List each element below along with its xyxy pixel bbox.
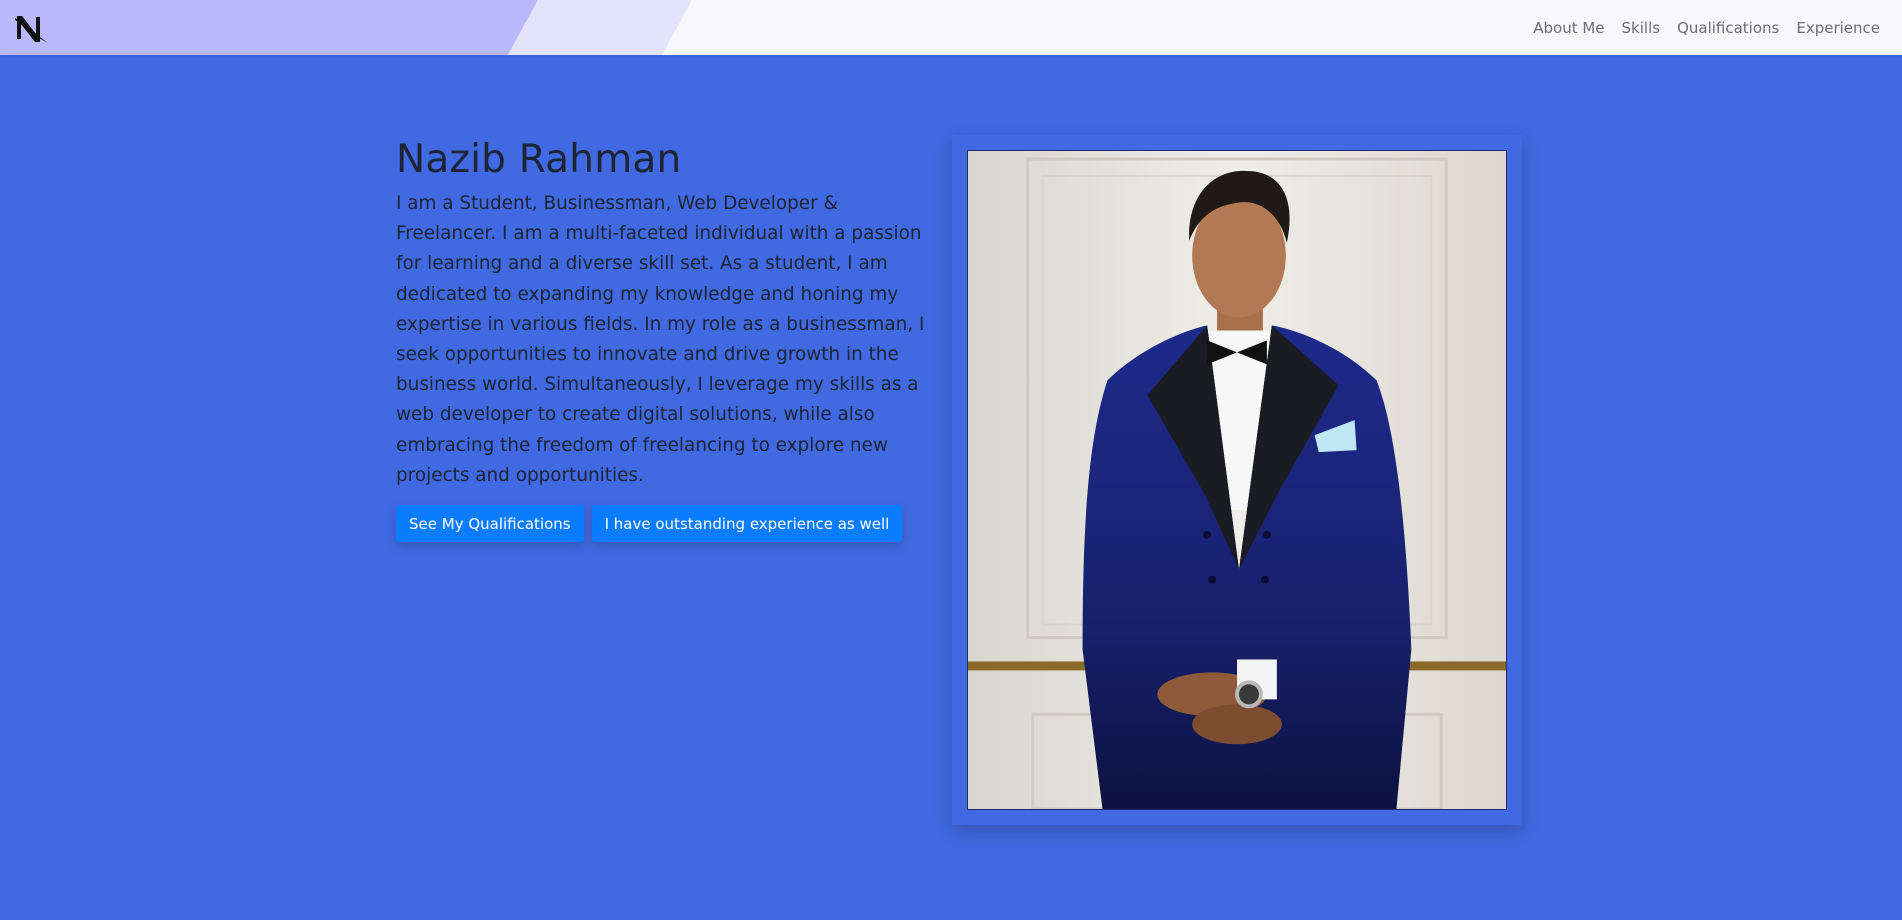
see-qualifications-button[interactable]: See My Qualifications: [396, 505, 584, 543]
portrait-photo: [967, 150, 1507, 810]
experience-button[interactable]: I have outstanding experience as well: [591, 505, 903, 543]
nav-link-skills[interactable]: Skills: [1622, 19, 1661, 37]
hero-actions: See My Qualifications I have outstanding…: [396, 505, 936, 543]
hero-section: Nazib Rahman I am a Student, Businessman…: [396, 137, 936, 543]
portrait-card: [952, 135, 1522, 825]
navbar-stripe-decoration: [0, 0, 692, 55]
nav-links: About Me Skills Qualifications Experienc…: [1533, 0, 1880, 55]
nav-link-qualifications[interactable]: Qualifications: [1677, 19, 1779, 37]
hero-bio: I am a Student, Businessman, Web Develop…: [396, 193, 925, 486]
navbar: About Me Skills Qualifications Experienc…: [0, 0, 1902, 55]
nav-link-about-me[interactable]: About Me: [1533, 19, 1604, 37]
nav-link-experience[interactable]: Experience: [1796, 19, 1880, 37]
hero-name: Nazib Rahman: [396, 137, 682, 182]
n-monogram-logo-icon[interactable]: [14, 13, 50, 45]
